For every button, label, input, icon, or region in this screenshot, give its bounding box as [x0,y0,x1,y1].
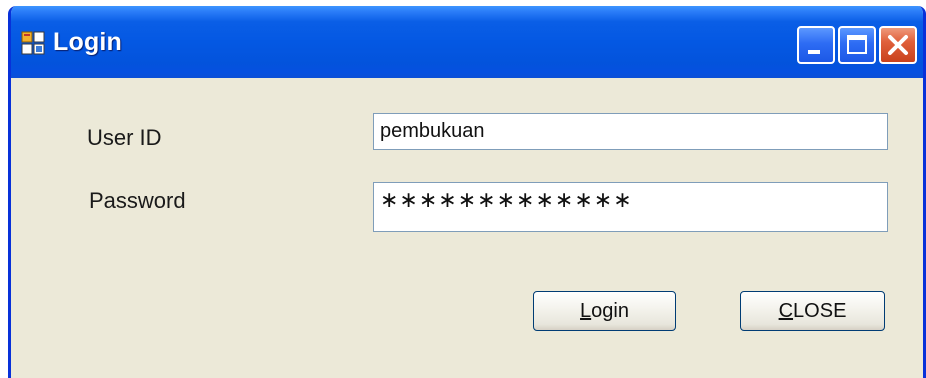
close-button[interactable]: CLOSE [740,291,885,331]
password-input[interactable]: ∗∗∗∗∗∗∗∗∗∗∗∗∗ [373,182,888,232]
login-label-rest: ogin [591,300,629,322]
login-button[interactable]: Login [533,291,676,331]
login-window: Login User ID pembukuan Password ∗∗∗∗∗∗∗… [8,6,926,378]
password-label: Password [89,188,186,213]
close-mnemonic: C [778,300,794,322]
title-bar[interactable]: Login [11,6,923,78]
window-title: Login [53,28,123,56]
close-window-button[interactable] [879,26,917,64]
minimize-button[interactable] [797,26,835,64]
user-id-input[interactable]: pembukuan [373,113,888,150]
maximize-icon [847,35,867,54]
form-app-icon [21,31,45,55]
user-id-label: User ID [87,125,162,150]
login-mnemonic: L [580,300,592,322]
minimize-icon [808,50,820,54]
close-label-rest: LOSE [793,300,847,322]
maximize-button[interactable] [838,26,876,64]
close-icon [888,35,908,55]
